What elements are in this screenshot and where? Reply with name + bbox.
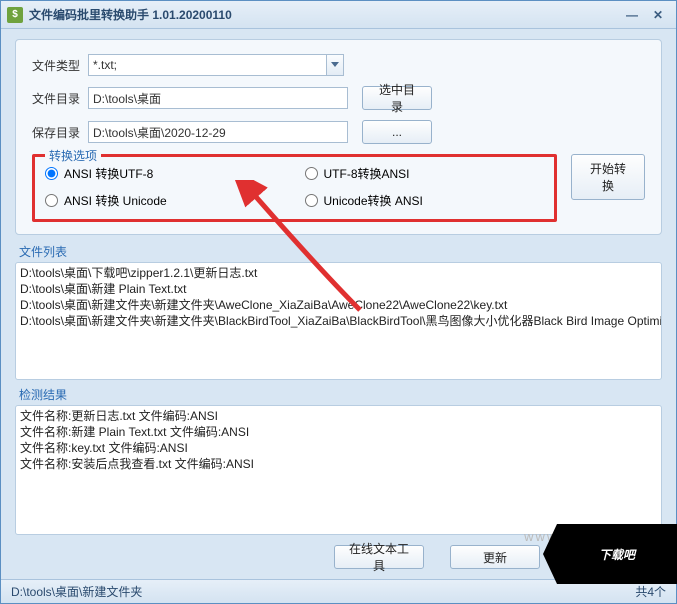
close-button[interactable]: ✕ [646,6,670,24]
file-list-title: 文件列表 [15,243,662,260]
save-dir-row: 保存目录 ... [32,120,645,144]
file-list-group: 文件列表 D:\tools\桌面\下载吧\zipper1.2.1\更新日志.tx… [15,243,662,380]
file-list-box[interactable]: D:\tools\桌面\下载吧\zipper1.2.1\更新日志.txtD:\t… [15,262,662,380]
status-count: 共4个 [635,583,666,600]
minimize-button[interactable]: — [620,6,644,24]
radio-ansi-to-unicode-input[interactable] [45,194,58,207]
list-item[interactable]: 文件名称:新建 Plain Text.txt 文件编码:ANSI [20,424,657,440]
result-title: 检测结果 [15,386,662,403]
radio-unicode-to-ansi-input[interactable] [305,194,318,207]
browse-button[interactable]: ... [362,120,432,144]
list-item[interactable]: 文件名称:安装后点我查看.txt 文件编码:ANSI [20,456,657,472]
radio-label: ANSI 转换UTF-8 [64,165,153,182]
radio-ansi-to-utf8[interactable]: ANSI 转换UTF-8 [45,165,285,182]
window-title: 文件编码批里转换助手 1.01.20200110 [29,6,618,23]
chevron-down-icon [331,62,339,68]
start-convert-button[interactable]: 开始转换 [571,154,645,200]
radio-label: ANSI 转换 Unicode [64,192,167,209]
file-type-row: 文件类型 [32,54,645,76]
file-type-input[interactable] [88,54,326,76]
list-item[interactable]: 文件名称:更新日志.txt 文件编码:ANSI [20,408,657,424]
titlebar: $ 文件编码批里转换助手 1.01.20200110 — ✕ [1,1,676,29]
update-button[interactable]: 更新 [450,545,540,569]
options-row: 转换选项 ANSI 转换UTF-8 UTF-8转换ANSI ANSI 转换 [32,154,645,222]
radio-label: Unicode转换 ANSI [324,192,423,209]
options-legend: 转换选项 [45,147,101,164]
app-icon: $ [7,7,23,23]
file-type-label: 文件类型 [32,57,88,74]
list-item[interactable]: D:\tools\桌面\新建文件夹\新建文件夹\AweClone_XiaZaiB… [20,297,657,313]
status-path: D:\tools\桌面\新建文件夹 [11,583,142,600]
save-dir-label: 保存目录 [32,124,88,141]
file-dir-label: 文件目录 [32,90,88,107]
app-window: $ 文件编码批里转换助手 1.01.20200110 — ✕ 文件类型 文件目录… [0,0,677,604]
convert-options-fieldset: 转换选项 ANSI 转换UTF-8 UTF-8转换ANSI ANSI 转换 [32,154,557,222]
radio-utf8-to-ansi-input[interactable] [305,167,318,180]
radio-unicode-to-ansi[interactable]: Unicode转换 ANSI [305,192,545,209]
file-dir-row: 文件目录 选中目录 [32,86,645,110]
radio-label: UTF-8转换ANSI [324,165,410,182]
select-dir-button[interactable]: 选中目录 [362,86,432,110]
online-tool-button[interactable]: 在线文本工具 [334,545,424,569]
result-list-box[interactable]: 文件名称:更新日志.txt 文件编码:ANSI文件名称:新建 Plain Tex… [15,405,662,535]
content-area: 文件类型 文件目录 选中目录 保存目录 ... 转换选项 [1,29,676,579]
file-dir-input[interactable] [88,87,348,109]
save-dir-input[interactable] [88,121,348,143]
site-logo-overlay: 下载吧 [557,524,677,584]
result-group: 检测结果 文件名称:更新日志.txt 文件编码:ANSI文件名称:新建 Plai… [15,386,662,535]
radio-ansi-to-utf8-input[interactable] [45,167,58,180]
radio-ansi-to-unicode[interactable]: ANSI 转换 Unicode [45,192,285,209]
radio-utf8-to-ansi[interactable]: UTF-8转换ANSI [305,165,545,182]
list-item[interactable]: D:\tools\桌面\新建 Plain Text.txt [20,281,657,297]
file-type-dropdown-button[interactable] [326,54,344,76]
list-item[interactable]: D:\tools\桌面\新建文件夹\新建文件夹\BlackBirdTool_Xi… [20,313,657,329]
list-item[interactable]: D:\tools\桌面\下载吧\zipper1.2.1\更新日志.txt [20,265,657,281]
list-item[interactable]: 文件名称:key.txt 文件编码:ANSI [20,440,657,456]
config-panel: 文件类型 文件目录 选中目录 保存目录 ... 转换选项 [15,39,662,235]
